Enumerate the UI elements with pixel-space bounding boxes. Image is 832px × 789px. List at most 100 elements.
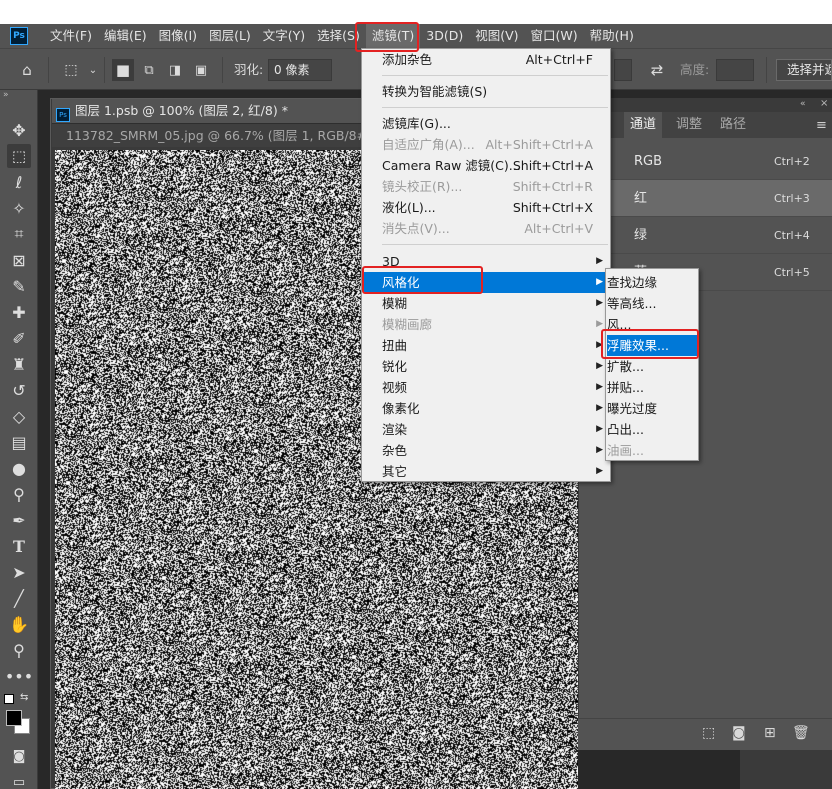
new-channel-icon[interactable]: ⊞	[764, 725, 776, 741]
gradient-tool-icon[interactable]: ▤	[7, 430, 31, 454]
document-tab-title: 图层 1.psb @ 100% (图层 2, 红/8) *	[75, 103, 288, 118]
submenu-item[interactable]: 拼贴...	[607, 377, 697, 398]
menu-3d[interactable]: 3D(D)	[420, 24, 469, 48]
annotation-highlight-emboss	[601, 329, 699, 359]
add-selection-icon[interactable]: ⧉	[138, 59, 160, 81]
magic-wand-tool-icon[interactable]: ✧	[7, 196, 31, 220]
new-selection-icon[interactable]: ■	[112, 59, 134, 81]
swap-colors-icon[interactable]: ⇆	[20, 692, 28, 703]
filter-menu-item[interactable]: 像素化 ▶	[363, 398, 609, 419]
submenu-arrow-icon: ▶	[596, 445, 603, 455]
filter-menu-item[interactable]: 添加杂色 Alt+Ctrl+F	[363, 49, 609, 70]
marquee-preset-icon[interactable]: ⬚	[60, 59, 82, 81]
intersect-selection-icon[interactable]: ▣	[190, 59, 212, 81]
channel-row-rgb[interactable]: RGB Ctrl+2	[578, 143, 832, 180]
photoshop-logo-icon: Ps	[10, 27, 28, 45]
home-icon[interactable]: ⌂	[16, 59, 38, 81]
default-colors-icon[interactable]	[4, 694, 14, 704]
channel-row-red[interactable]: 红 Ctrl+3	[578, 180, 832, 217]
divider	[104, 57, 105, 83]
window-top-strip	[0, 0, 832, 24]
menu-edit[interactable]: 编辑(E)	[98, 24, 153, 48]
dodge-tool-icon[interactable]: ⚲	[7, 482, 31, 506]
filter-menu-item[interactable]: Camera Raw 滤镜(C)... Shift+Ctrl+A	[363, 155, 609, 176]
line-tool-icon[interactable]: ╱	[7, 586, 31, 610]
menu-separator	[382, 75, 608, 76]
submenu-arrow-icon: ▶	[596, 424, 603, 434]
submenu-arrow-icon: ▶	[596, 361, 603, 371]
trash-icon[interactable]: 🗑	[792, 725, 810, 741]
filter-menu-item[interactable]: 其它 ▶	[363, 461, 609, 482]
panel-collapse-icon[interactable]: «	[800, 99, 806, 109]
quick-mask-icon[interactable]: ◙	[7, 744, 31, 768]
submenu-item[interactable]: 凸出...	[607, 419, 697, 440]
filter-menu-item[interactable]: 杂色 ▶	[363, 440, 609, 461]
submenu-item[interactable]: 扩散...	[607, 356, 697, 377]
filter-menu-item[interactable]: 滤镜库(G)...	[363, 113, 609, 134]
brush-tool-icon[interactable]: ✐	[7, 326, 31, 350]
foreground-color-swatch[interactable]	[6, 710, 22, 726]
divider	[222, 57, 223, 83]
healing-brush-tool-icon[interactable]: ✚	[7, 300, 31, 324]
blur-tool-icon[interactable]: ●	[7, 456, 31, 480]
frame-tool-icon[interactable]: ⊠	[7, 248, 31, 272]
submenu-item[interactable]: 等高线...	[607, 293, 697, 314]
load-selection-icon[interactable]: ⬚	[702, 725, 715, 741]
filter-menu-item[interactable]: 液化(L)... Shift+Ctrl+X	[363, 197, 609, 218]
more-tools-icon[interactable]: •••	[5, 664, 33, 688]
menu-view[interactable]: 视图(V)	[469, 24, 524, 48]
type-tool-icon[interactable]: T	[7, 534, 31, 558]
pen-tool-icon[interactable]: ✒	[7, 508, 31, 532]
document-tab-inactive[interactable]: 113782_SMRM_05.jpg @ 66.7% (图层 1, RGB/8#…	[52, 123, 401, 147]
submenu-item[interactable]: 查找边缘	[607, 272, 697, 293]
tab-paths[interactable]: 路径	[714, 112, 752, 138]
filter-menu-item[interactable]: 锐化 ▶	[363, 356, 609, 377]
channel-row-green[interactable]: 绿 Ctrl+4	[578, 217, 832, 254]
eyedropper-tool-icon[interactable]: ✎	[7, 274, 31, 298]
submenu-arrow-icon: ▶	[596, 382, 603, 392]
panel-menu-icon[interactable]: ≡	[816, 118, 827, 133]
menu-type[interactable]: 文字(Y)	[257, 24, 311, 48]
collapse-icon[interactable]: »	[3, 90, 9, 100]
feather-input[interactable]: 0 像素	[268, 59, 332, 81]
channel-name: 红	[634, 191, 648, 206]
panel-empty-area	[740, 750, 832, 789]
select-and-mask-button[interactable]: 选择并遮	[776, 59, 832, 81]
height-label: 高度:	[680, 62, 710, 77]
tab-adjustments[interactable]: 调整	[670, 112, 708, 138]
crop-tool-icon[interactable]: ⌗	[7, 222, 31, 246]
feather-label: 羽化:	[234, 62, 264, 77]
submenu-item[interactable]: 曝光过度	[607, 398, 697, 419]
document-tab-active[interactable]: Ps 图层 1.psb @ 100% (图层 2, 红/8) *	[52, 99, 362, 123]
chevron-down-icon[interactable]: ⌄	[82, 59, 104, 81]
submenu-item: 油画...	[607, 443, 644, 458]
history-brush-tool-icon[interactable]: ↺	[7, 378, 31, 402]
menu-image[interactable]: 图像(I)	[153, 24, 203, 48]
menu-layer[interactable]: 图层(L)	[203, 24, 257, 48]
filter-menu-item[interactable]: 转换为智能滤镜(S)	[363, 81, 609, 102]
save-selection-icon[interactable]: ◙	[732, 725, 746, 741]
filter-menu-item[interactable]: 渲染 ▶	[363, 419, 609, 440]
zoom-tool-icon[interactable]: ⚲	[7, 638, 31, 662]
swap-dimensions-icon[interactable]: ⇄	[646, 59, 668, 81]
menu-file[interactable]: 文件(F)	[44, 24, 98, 48]
move-tool-icon[interactable]: ✥	[7, 118, 31, 142]
filter-menu-item[interactable]: 模糊 ▶	[363, 293, 609, 314]
hand-tool-icon[interactable]: ✋	[7, 612, 31, 636]
width-input[interactable]	[614, 59, 632, 81]
clone-stamp-tool-icon[interactable]: ♜	[7, 352, 31, 376]
height-input[interactable]	[716, 59, 754, 81]
annotation-highlight-filter-menu	[355, 22, 419, 52]
menu-help[interactable]: 帮助(H)	[584, 24, 640, 48]
menu-window[interactable]: 窗口(W)	[525, 24, 584, 48]
lasso-tool-icon[interactable]: ℓ	[7, 170, 31, 194]
filter-menu-item[interactable]: 视频 ▶	[363, 377, 609, 398]
screen-mode-icon[interactable]: ▭	[7, 770, 31, 789]
subtract-selection-icon[interactable]: ◨	[164, 59, 186, 81]
tab-channels[interactable]: 通道	[624, 112, 663, 138]
filter-menu-item[interactable]: 扭曲 ▶	[363, 335, 609, 356]
path-selection-tool-icon[interactable]: ➤	[7, 560, 31, 584]
panel-close-icon[interactable]: ×	[820, 98, 828, 109]
eraser-tool-icon[interactable]: ◇	[7, 404, 31, 428]
marquee-tool-icon[interactable]: ⬚	[7, 144, 31, 168]
